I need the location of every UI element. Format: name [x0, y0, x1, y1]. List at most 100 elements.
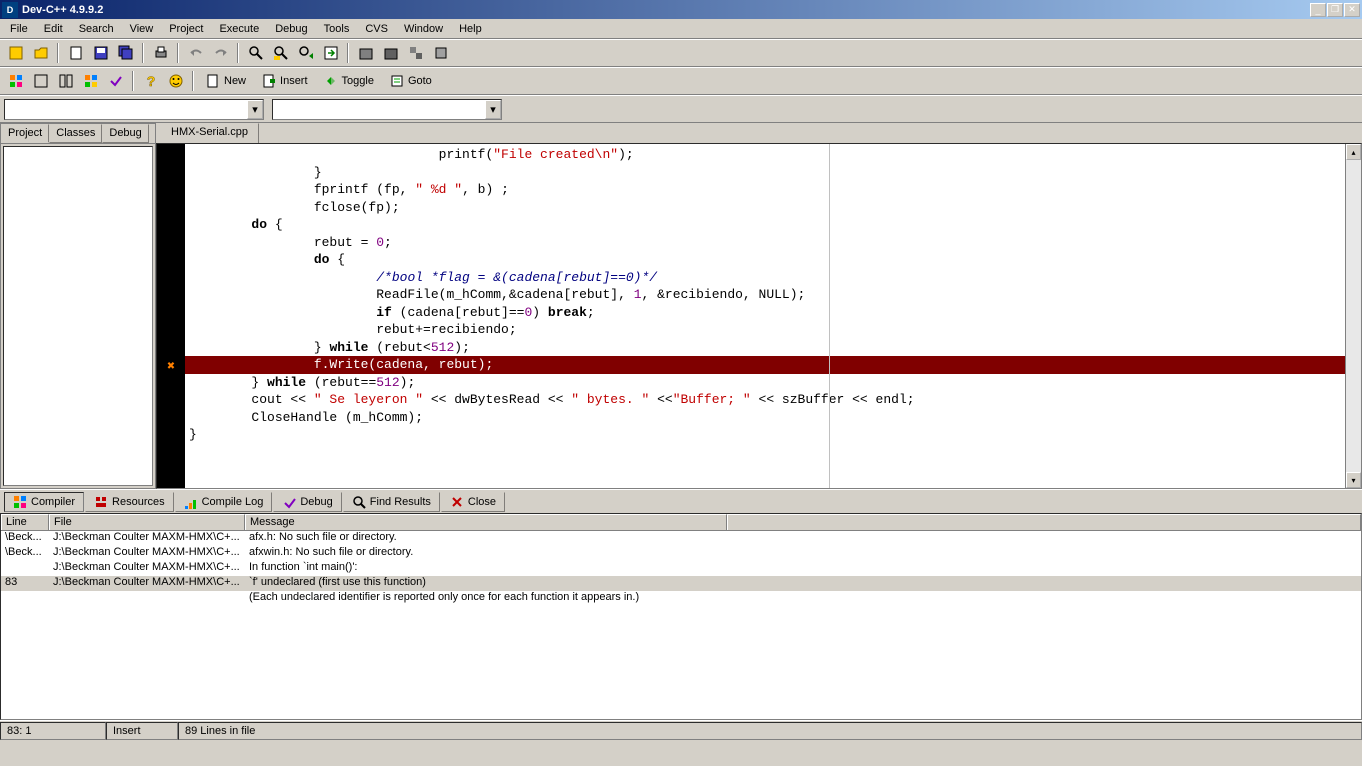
compilerun-icon[interactable]: [404, 42, 427, 64]
menu-view[interactable]: View: [122, 21, 162, 37]
menu-file[interactable]: File: [2, 21, 36, 37]
code-line[interactable]: }: [185, 426, 1345, 444]
menu-edit[interactable]: Edit: [36, 21, 71, 37]
code-line[interactable]: CloseHandle (m_hComm);: [185, 409, 1345, 427]
code-line[interactable]: /*bool *flag = &(cadena[rebut]==0)*/: [185, 269, 1345, 287]
code-line[interactable]: if (cadena[rebut]==0) break;: [185, 304, 1345, 322]
compiler-row-empty[interactable]: [1, 651, 1361, 666]
new-file-icon[interactable]: [64, 42, 87, 64]
menu-search[interactable]: Search: [71, 21, 122, 37]
compile-icon[interactable]: [354, 42, 377, 64]
code-line[interactable]: do {: [185, 216, 1345, 234]
grid2-icon[interactable]: [29, 70, 52, 92]
goto-button[interactable]: Goto: [383, 70, 439, 92]
rebuild-icon[interactable]: [429, 42, 452, 64]
col-extra[interactable]: [727, 514, 1361, 530]
help-icon[interactable]: ?: [139, 70, 162, 92]
save-icon[interactable]: [89, 42, 112, 64]
code-line[interactable]: do {: [185, 251, 1345, 269]
compiler-row-empty[interactable]: [1, 621, 1361, 636]
tab-icon: [94, 495, 108, 509]
grid3-icon[interactable]: [54, 70, 77, 92]
compiler-row[interactable]: 83J:\Beckman Coulter MAXM-HMX\C+...`f' u…: [1, 576, 1361, 591]
sidebar-tab-classes[interactable]: Classes: [49, 124, 102, 143]
col-message[interactable]: Message: [245, 514, 727, 530]
compiler-row-empty[interactable]: [1, 636, 1361, 651]
vertical-scrollbar[interactable]: ▴ ▾: [1345, 144, 1361, 488]
code-line[interactable]: fclose(fp);: [185, 199, 1345, 217]
compiler-row[interactable]: \Beck...J:\Beckman Coulter MAXM-HMX\C+..…: [1, 546, 1361, 561]
bottom-tab-compile-log[interactable]: Compile Log: [175, 492, 273, 512]
code-line[interactable]: f.Write(cadena, rebut);: [185, 356, 1345, 374]
col-file[interactable]: File: [49, 514, 245, 530]
bottom-tab-find-results[interactable]: Find Results: [343, 492, 440, 512]
code-editor[interactable]: ✖ printf("File created\n"); } fprintf (f…: [156, 143, 1362, 489]
code-line[interactable]: ReadFile(m_hComm,&cadena[rebut], 1, &rec…: [185, 286, 1345, 304]
compiler-row-empty[interactable]: [1, 606, 1361, 621]
compiler-output[interactable]: Line File Message \Beck...J:\Beckman Cou…: [0, 513, 1362, 720]
insert-button[interactable]: Insert: [255, 70, 315, 92]
new-project-icon[interactable]: [4, 42, 27, 64]
compiler-row-empty[interactable]: [1, 681, 1361, 696]
goto-icon[interactable]: [319, 42, 342, 64]
combo-class[interactable]: ▾: [4, 99, 264, 120]
combo-function[interactable]: ▾: [272, 99, 502, 120]
print-icon[interactable]: [149, 42, 172, 64]
code-line[interactable]: } while (rebut<512);: [185, 339, 1345, 357]
compiler-row-empty[interactable]: [1, 696, 1361, 711]
compiler-row-empty[interactable]: [1, 666, 1361, 681]
restore-button[interactable]: ❐: [1327, 3, 1343, 17]
undo-icon[interactable]: [184, 42, 207, 64]
compiler-row[interactable]: \Beck...J:\Beckman Coulter MAXM-HMX\C+..…: [1, 531, 1361, 546]
gutter[interactable]: ✖: [157, 144, 185, 488]
editor-tab[interactable]: HMX-Serial.cpp: [160, 123, 259, 143]
chevron-down-icon[interactable]: ▾: [247, 100, 263, 119]
code-line[interactable]: printf("File created\n");: [185, 146, 1345, 164]
scroll-up-icon[interactable]: ▴: [1346, 144, 1361, 160]
breakpoint-marker[interactable]: ✖: [157, 361, 185, 372]
open-icon[interactable]: [29, 42, 52, 64]
toggle-button[interactable]: Toggle: [317, 70, 381, 92]
bottom-tab-compiler[interactable]: Compiler: [4, 492, 84, 512]
menu-window[interactable]: Window: [396, 21, 451, 37]
run-icon[interactable]: [379, 42, 402, 64]
code-line[interactable]: } while (rebut==512);: [185, 374, 1345, 392]
menu-project[interactable]: Project: [161, 21, 211, 37]
grid1-icon[interactable]: [4, 70, 27, 92]
scroll-down-icon[interactable]: ▾: [1346, 472, 1361, 488]
bottom-tab-debug[interactable]: Debug: [273, 492, 341, 512]
code-line[interactable]: cout << " Se leyeron " << dwBytesRead <<…: [185, 391, 1345, 409]
close-button[interactable]: ✕: [1344, 3, 1360, 17]
bottom-tab-close[interactable]: Close: [441, 492, 505, 512]
combo-class-input[interactable]: [5, 100, 247, 119]
redo-icon[interactable]: [209, 42, 232, 64]
sidebar-tab-project[interactable]: Project: [1, 124, 49, 143]
find-icon[interactable]: [244, 42, 267, 64]
compiler-row[interactable]: J:\Beckman Coulter MAXM-HMX\C+...In func…: [1, 561, 1361, 576]
findnext-icon[interactable]: [294, 42, 317, 64]
combo-row: ▾ ▾: [0, 95, 1362, 123]
code-line[interactable]: }: [185, 164, 1345, 182]
compiler-row-empty[interactable]: [1, 711, 1361, 720]
combo-function-input[interactable]: [273, 100, 485, 119]
compiler-row[interactable]: (Each undeclared identifier is reported …: [1, 591, 1361, 606]
menu-cvs[interactable]: CVS: [357, 21, 396, 37]
about-icon[interactable]: [164, 70, 187, 92]
col-line[interactable]: Line: [1, 514, 49, 530]
grid4-icon[interactable]: [79, 70, 102, 92]
code-line[interactable]: rebut = 0;: [185, 234, 1345, 252]
menu-help[interactable]: Help: [451, 21, 490, 37]
menu-execute[interactable]: Execute: [211, 21, 267, 37]
minimize-button[interactable]: _: [1310, 3, 1326, 17]
menu-tools[interactable]: Tools: [316, 21, 358, 37]
bottom-tab-resources[interactable]: Resources: [85, 492, 174, 512]
menu-debug[interactable]: Debug: [267, 21, 315, 37]
chevron-down-icon[interactable]: ▾: [485, 100, 501, 119]
sidebar-tab-debug[interactable]: Debug: [102, 124, 148, 143]
saveall-icon[interactable]: [114, 42, 137, 64]
check-icon[interactable]: [104, 70, 127, 92]
new-button[interactable]: New: [199, 70, 253, 92]
code-line[interactable]: fprintf (fp, " %d ", b) ;: [185, 181, 1345, 199]
code-line[interactable]: rebut+=recibiendo;: [185, 321, 1345, 339]
replace-icon[interactable]: [269, 42, 292, 64]
